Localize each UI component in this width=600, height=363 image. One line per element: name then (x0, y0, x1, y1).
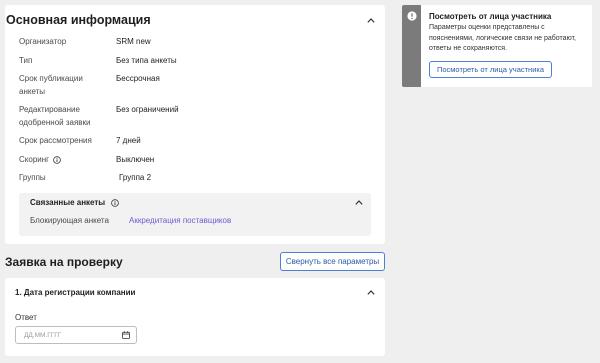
preview-notice: Посмотреть от лица участника Параметры о… (402, 5, 592, 87)
row-label: Срок публикации анкеты (19, 74, 83, 96)
row-label: Группы (19, 173, 46, 182)
review-section-title: Заявка на проверку (5, 255, 123, 269)
row-value: Без ограничений (116, 105, 179, 114)
row-value: Бессрочная (116, 74, 160, 83)
info-icon[interactable] (111, 198, 119, 207)
row-label: Тип (19, 55, 33, 65)
info-icon[interactable] (53, 155, 61, 164)
notice-text-line: Параметры оценки представлены с (429, 24, 545, 31)
answer-label: Ответ (15, 313, 37, 322)
row-label: Редактирование одобренной заявки (19, 105, 91, 127)
view-as-participant-button[interactable]: Посмотреть от лица участника (429, 61, 552, 78)
linked-title-group: Связанные анкеты (30, 197, 119, 208)
row-value: Группа 2 (119, 173, 152, 182)
exclamation-icon (407, 11, 417, 21)
info-row-publication-period: Срок публикации анкеты Бессрочная (19, 73, 369, 98)
chevron-up-icon[interactable] (355, 200, 363, 205)
chevron-up-icon[interactable] (367, 18, 375, 23)
organizer-link[interactable]: SRM new (116, 36, 151, 49)
collapse-all-button[interactable]: Свернуть все параметры (280, 252, 385, 271)
main-info-rows: Организатор SRM new Тип Без типа анкеты … (19, 36, 369, 191)
linked-row-blocking: Блокирующая анкета Аккредитация поставщи… (30, 215, 231, 227)
notice-text: Параметры оценки представлены с пояснени… (429, 23, 576, 55)
info-row-scoring: Скоринг Выключен (19, 154, 369, 167)
row-label: Срок рассмотрения (19, 136, 92, 145)
row-value: Без типа анкеты (116, 55, 177, 65)
info-row-groups: Группы Группа 2 (19, 172, 369, 185)
row-label: Организатор (19, 37, 67, 46)
question-title: 1. Дата регистрации компании (15, 288, 136, 297)
notice-text-line: пояснениями, логические связи не работаю… (429, 34, 577, 42)
linked-questionnaire-link[interactable]: Аккредитация поставщиков (129, 215, 231, 227)
row-label: Блокирующая анкета (30, 216, 109, 225)
linked-questionnaires-panel: Связанные анкеты Блокирующая анкета Аккр… (19, 193, 371, 236)
info-row-organizer: Организатор SRM new (19, 36, 369, 49)
row-value: Выключен (116, 154, 155, 164)
chevron-up-icon[interactable] (367, 290, 375, 295)
info-row-editing: Редактирование одобренной заявки Без огр… (19, 104, 369, 129)
main-info-title: Основная информация (6, 13, 151, 27)
date-input[interactable] (24, 330, 114, 340)
calendar-icon[interactable] (122, 331, 130, 339)
row-value: 7 дней (116, 136, 141, 145)
row-label-with-info: Скоринг (19, 154, 103, 167)
info-row-review-period: Срок рассмотрения 7 дней (19, 135, 369, 148)
info-row-type: Тип Без типа анкеты (19, 55, 369, 68)
date-field[interactable] (15, 326, 137, 344)
row-label: Скоринг (19, 154, 50, 164)
linked-title: Связанные анкеты (30, 198, 106, 207)
notice-title: Посмотреть от лица участника (429, 12, 552, 21)
notice-text-line: ответы не сохраняются. (429, 45, 507, 52)
